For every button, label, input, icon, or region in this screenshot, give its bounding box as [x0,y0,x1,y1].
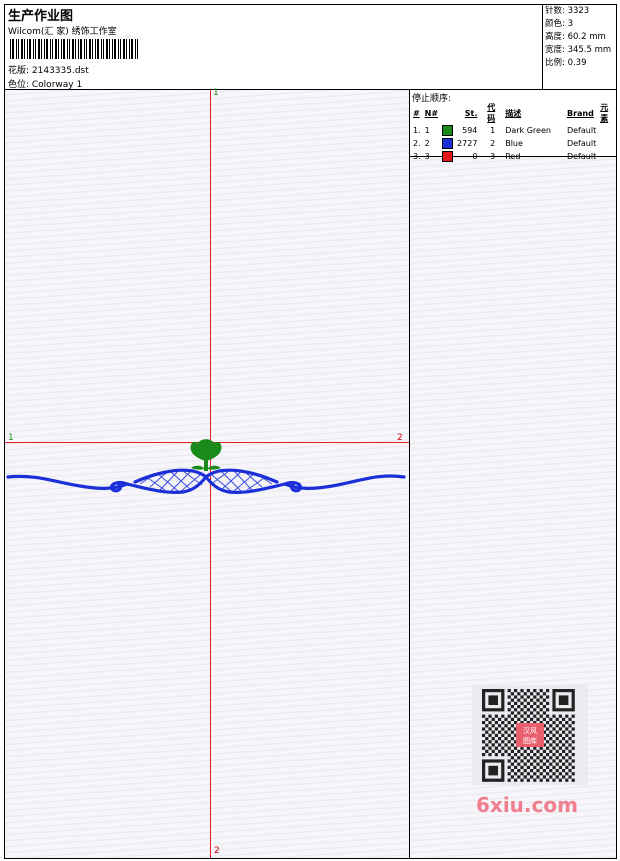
stats-panel: 针数: 3323 颜色: 3 高度: 60.2 mm 宽度: 345.5 mm … [542,5,616,89]
design-height: 高度: 60.2 mm [545,32,606,42]
table-row[interactable]: 3. 3 0 3 Red Default [411,150,616,163]
table-row[interactable]: 2. 2 2727 2 Blue Default [411,137,616,150]
stitch-count: 针数: 3323 [545,6,590,16]
design-file-label: 花版: 2143335.dst [8,66,89,76]
watermark-site: 6xiu.com [476,793,578,817]
svg-text:图库: 图库 [523,736,537,745]
col-stitches: St. [464,108,478,118]
col-needle: N# [424,108,439,118]
col-swatch [440,102,455,124]
bottom-marker: 2 [214,846,220,856]
qr-code-image: 汉风 图库 [472,685,588,785]
top-marker: 1 [213,88,219,98]
company-name: Wilcom(汇 家) 绣饰工作室 [8,27,117,37]
production-worksheet: 生产作业图 Wilcom(汇 家) 绣饰工作室 花版: 2143335.dst … [4,4,617,859]
colorway-label: 色位: Colorway 1 [8,80,83,90]
color-swatch-red [442,151,454,162]
page-title: 生产作业图 [8,9,74,24]
stop-sequence-table: # N# St. 代码 描述 Brand 元素 1. 1 594 1 Dark … [411,102,616,163]
table-row[interactable]: 1. 1 594 1 Dark Green Default [411,124,616,137]
design-width: 宽度: 345.5 mm [545,45,612,55]
seal-text: 汉风 [523,727,537,735]
col-element: 元素 [600,103,609,123]
flower-motif [190,439,222,471]
embroidery-design [6,439,406,494]
scroll-border [6,468,406,494]
info-panel: 停止顺序: # N# St. 代码 描述 Brand 元素 1. 1 594 1… [410,90,616,858]
design-canvas[interactable]: 1 2 1 2 [5,88,410,858]
col-description: 描述 [505,108,522,118]
worksheet-header: 生产作业图 Wilcom(汇 家) 绣饰工作室 花版: 2143335.dst … [5,5,616,90]
barcode-image [10,39,138,59]
color-swatch-green [442,125,454,136]
col-index: # [413,108,420,118]
color-count: 颜色: 3 [545,19,573,29]
color-swatch-blue [442,138,454,149]
design-scale: 比例: 0.39 [545,58,587,68]
col-brand: Brand [566,108,594,118]
stop-sequence-panel: 停止顺序: # N# St. 代码 描述 Brand 元素 1. 1 594 1… [410,90,616,162]
qr-code-graphic: 汉风 图库 [482,689,575,782]
col-code: 代码 [487,103,496,123]
